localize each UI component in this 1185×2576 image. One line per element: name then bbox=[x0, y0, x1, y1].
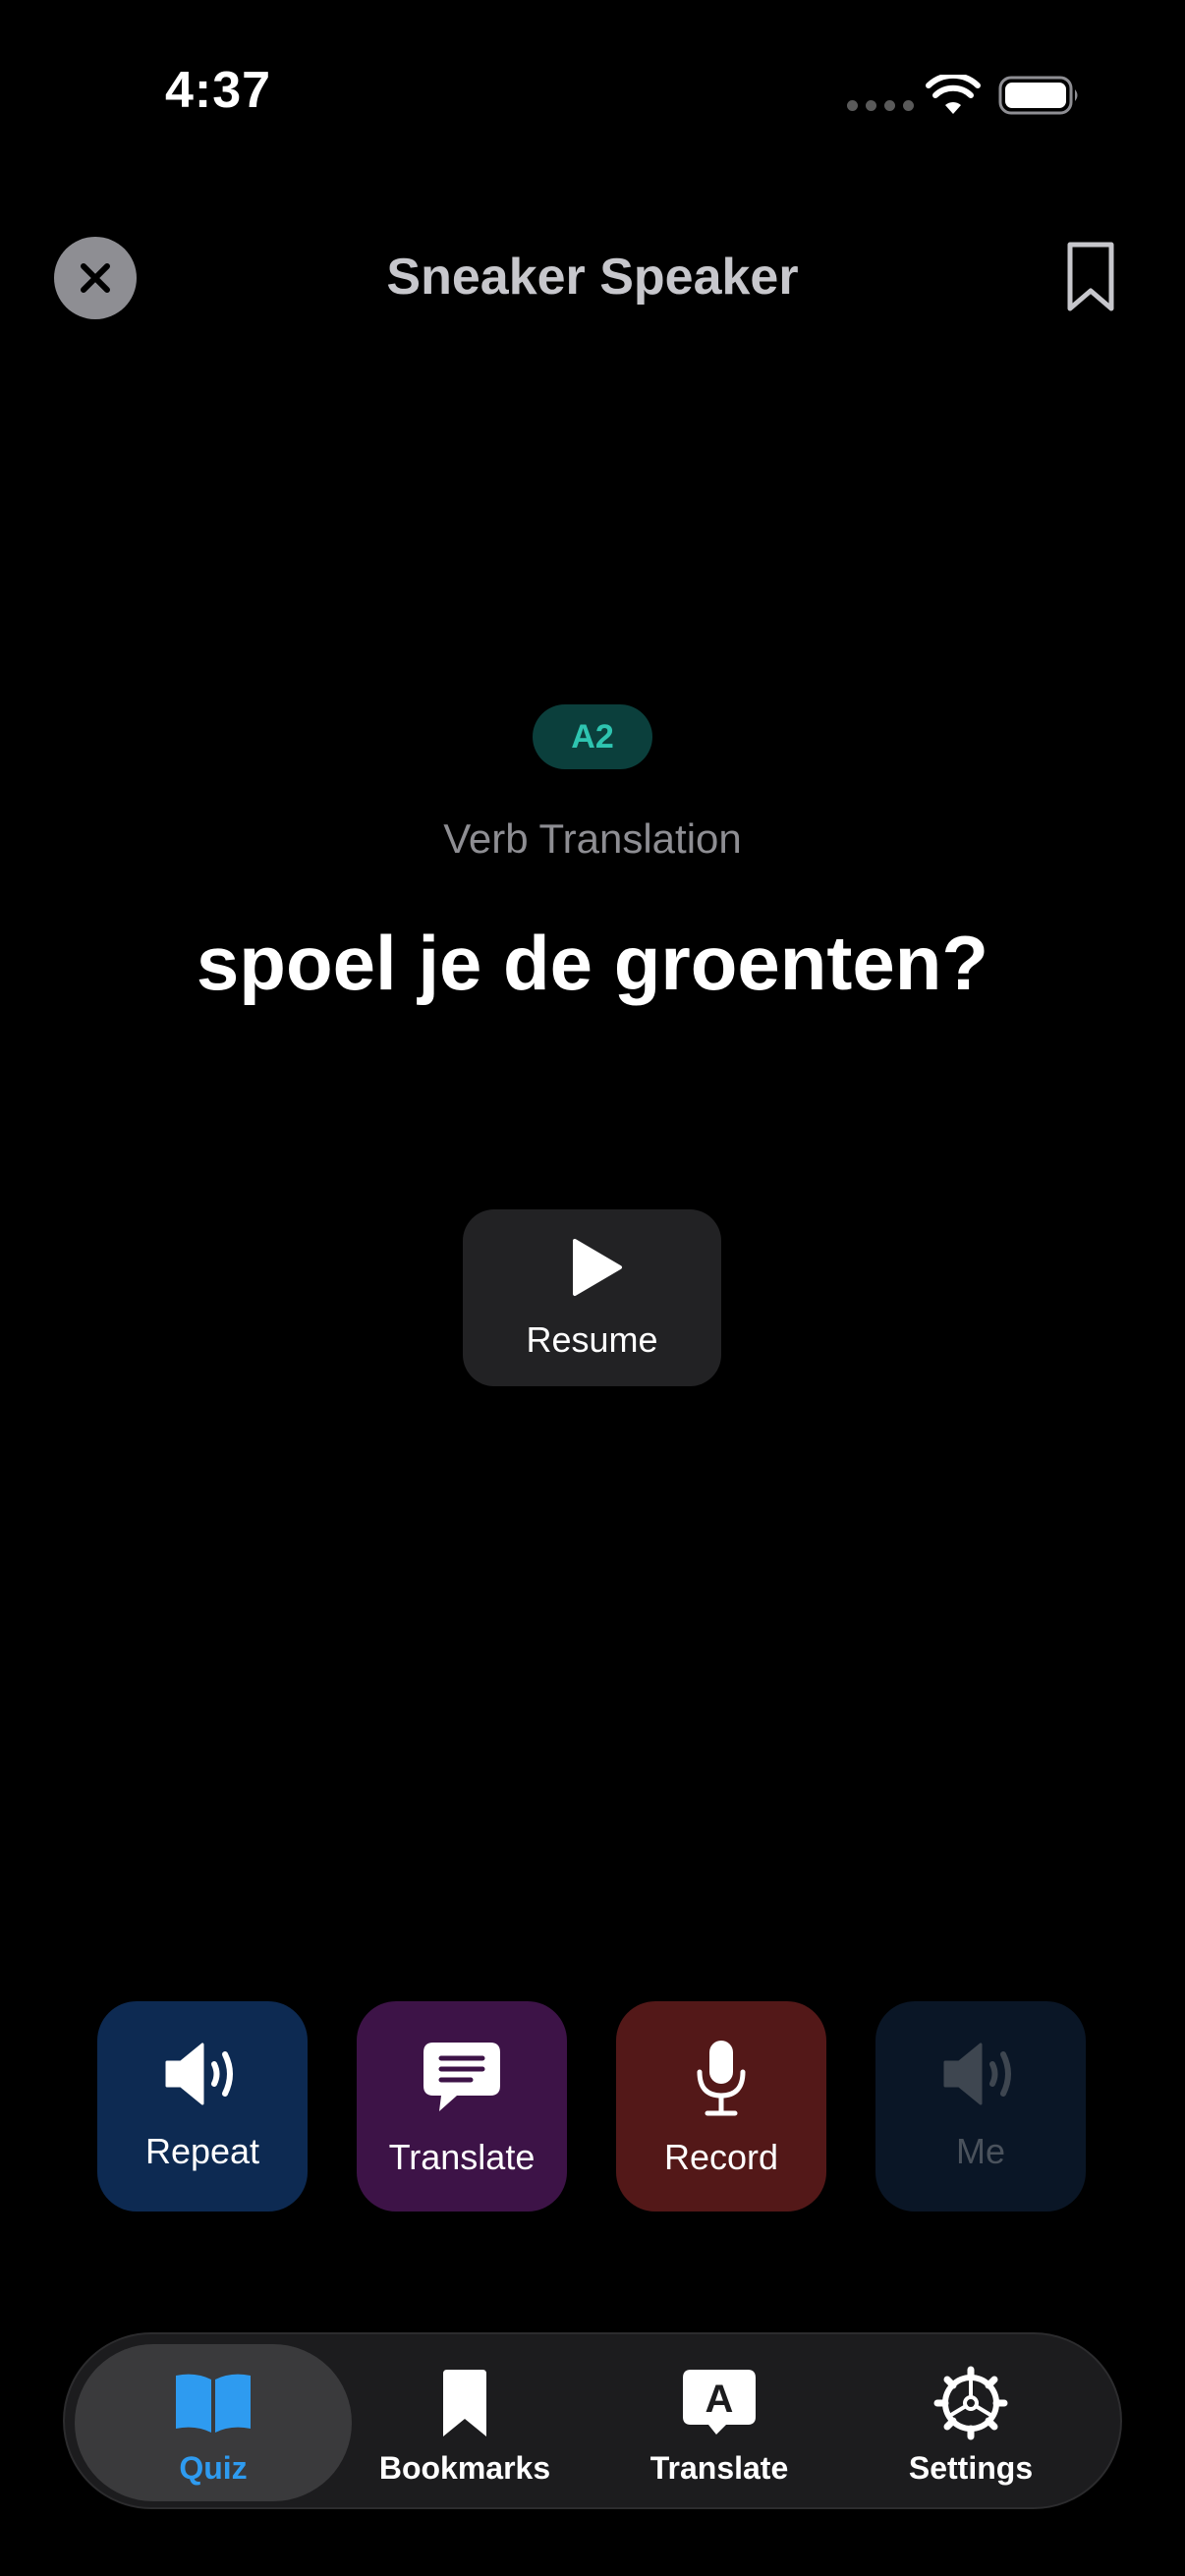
bookmark-icon bbox=[443, 2370, 486, 2436]
page-title: Sneaker Speaker bbox=[386, 249, 799, 306]
tab-bookmarks-label: Bookmarks bbox=[378, 2450, 551, 2486]
translate-icon: A bbox=[683, 2370, 756, 2435]
book-icon bbox=[176, 2374, 251, 2433]
tab-translate[interactable]: A Translate bbox=[601, 2344, 837, 2501]
svg-text:A: A bbox=[705, 2378, 734, 2421]
resume-button[interactable]: Resume bbox=[463, 1209, 721, 1386]
tab-settings-label: Settings bbox=[908, 2450, 1034, 2486]
level-badge: A2 bbox=[533, 704, 652, 769]
tab-quiz[interactable]: Quiz bbox=[95, 2344, 331, 2501]
tab-translate-label: Translate bbox=[649, 2450, 789, 2486]
wifi-icon bbox=[926, 75, 981, 114]
speaker-icon bbox=[943, 2043, 1011, 2105]
record-button[interactable]: Record bbox=[616, 2001, 826, 2212]
microphone-icon bbox=[697, 2041, 746, 2116]
message-icon bbox=[423, 2043, 500, 2111]
cellular-signal-icon bbox=[847, 100, 914, 111]
me-label: Me bbox=[955, 2131, 1005, 2171]
play-icon bbox=[573, 1239, 622, 1296]
status-time: 4:37 bbox=[165, 62, 272, 119]
repeat-label: Repeat bbox=[144, 2131, 260, 2171]
speaker-icon bbox=[165, 2043, 233, 2105]
tab-settings[interactable]: Settings bbox=[853, 2344, 1089, 2501]
tab-bookmarks[interactable]: Bookmarks bbox=[347, 2344, 583, 2501]
resume-label: Resume bbox=[526, 1319, 658, 1360]
exercise-type: Verb Translation bbox=[443, 815, 742, 862]
record-label: Record bbox=[663, 2137, 779, 2177]
prompt-sentence: spoel je de groenten? bbox=[196, 920, 989, 1006]
tab-quiz-label: Quiz bbox=[179, 2450, 248, 2486]
battery-icon bbox=[998, 76, 1078, 115]
translate-button[interactable]: Translate bbox=[357, 2001, 567, 2212]
bookmark-button[interactable] bbox=[1065, 240, 1116, 314]
gear-icon bbox=[933, 2366, 1008, 2440]
me-button[interactable]: Me bbox=[875, 2001, 1086, 2212]
translate-label: Translate bbox=[388, 2137, 536, 2177]
repeat-button[interactable]: Repeat bbox=[97, 2001, 308, 2212]
